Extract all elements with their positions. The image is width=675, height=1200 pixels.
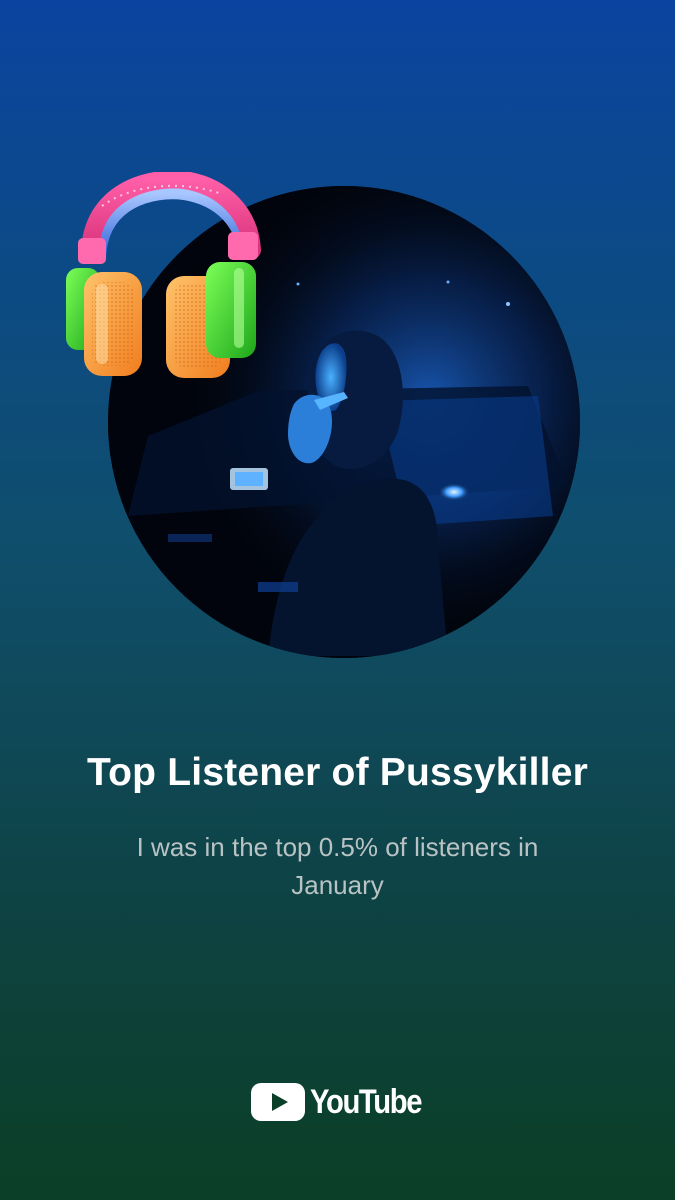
youtube-play-icon bbox=[251, 1083, 305, 1121]
top-listener-card: Top Listener of Pussykiller I was in the… bbox=[0, 0, 675, 1200]
headphones-sticker bbox=[62, 170, 272, 384]
card-subtitle: I was in the top 0.5% of listeners in Ja… bbox=[136, 832, 539, 900]
youtube-wordmark: YouTube bbox=[310, 1083, 422, 1121]
card-title: Top Listener of Pussykiller bbox=[87, 751, 588, 794]
youtube-logo: YouTube bbox=[251, 1082, 439, 1122]
